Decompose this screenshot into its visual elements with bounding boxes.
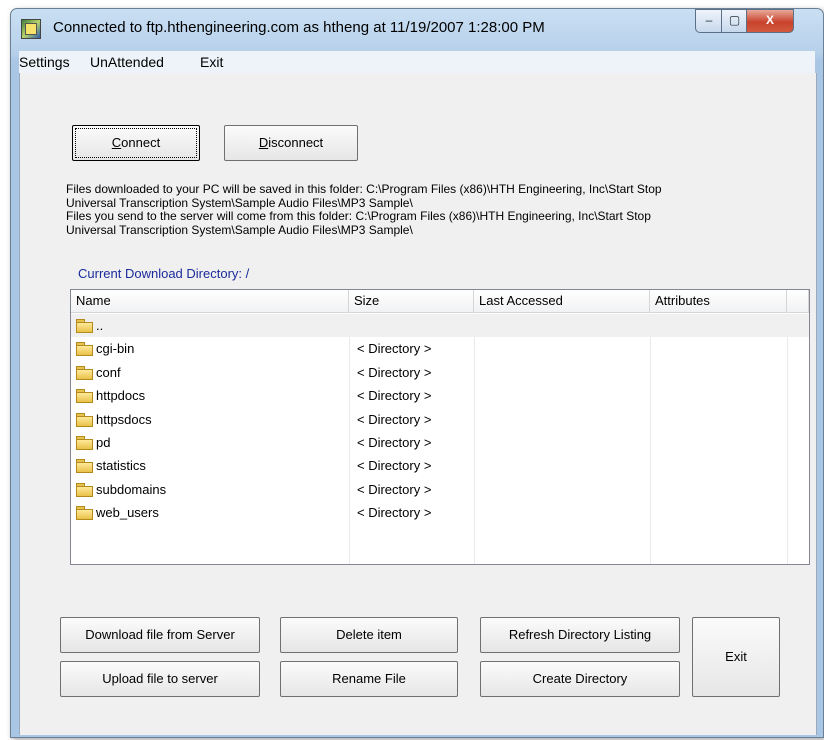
column-header-name[interactable]: Name [71,290,349,312]
rename-file-button[interactable]: Rename File [280,661,458,697]
menu-bar: Settings UnAttended Exit [19,51,815,74]
minimize-button[interactable]: – [695,9,723,33]
folder-icon [76,365,93,380]
app-icon [21,19,41,39]
close-button[interactable]: X [746,9,794,33]
app-window: Connected to ftp.hthengineering.com as h… [10,8,824,738]
row-name: pd [96,435,111,450]
connect-label: onnect [121,135,161,150]
row-name: httpdocs [96,388,146,404]
disconnect-mnemonic: D [258,135,269,150]
maximize-button[interactable]: ▢ [721,9,748,33]
table-row[interactable]: .. [71,314,809,337]
folder-icon [76,412,93,427]
download-file-button[interactable]: Download file from Server [60,617,260,653]
row-size: < Directory > [357,435,432,450]
current-directory-label: Current Download Directory: / [78,266,250,281]
window-title: Connected to ftp.hthengineering.com as h… [53,19,545,36]
row-name: conf [96,364,121,380]
row-name: web_users [96,505,159,521]
disconnect-button[interactable]: Disconnect [224,125,358,161]
column-header-size[interactable]: Size [349,290,474,312]
folder-icon [76,342,93,357]
connect-mnemonic: C [111,135,122,150]
menu-unattended[interactable]: UnAttended [90,54,164,70]
folder-icon [76,389,93,404]
connect-button[interactable]: Connect [72,125,200,161]
row-name: httpsdocs [96,411,152,427]
column-header-last-accessed[interactable]: Last Accessed [474,290,650,312]
upload-folder-line2: Universal Transcription System\Sample Au… [66,223,413,237]
download-folder-line1: Files downloaded to your PC will be save… [66,182,662,196]
list-header: Name Size Last Accessed Attributes [71,290,809,313]
column-header-filler [787,290,809,312]
upload-file-button[interactable]: Upload file to server [60,661,260,697]
folder-icon [76,459,93,474]
delete-item-button[interactable]: Delete item [280,617,458,653]
create-directory-button[interactable]: Create Directory [480,661,680,697]
folder-icon [76,436,93,450]
row-size: < Directory > [357,411,432,427]
table-row[interactable]: conf < Directory > [71,361,809,384]
table-row[interactable]: statistics < Directory > [71,454,809,477]
title-bar[interactable]: Connected to ftp.hthengineering.com as h… [11,9,823,49]
row-size: < Directory > [357,458,432,474]
disconnect-label: isconnect [268,135,324,150]
row-name: cgi-bin [96,341,135,357]
row-name: .. [96,318,104,333]
exit-button[interactable]: Exit [692,617,780,697]
row-size: < Directory > [357,505,432,521]
menu-settings[interactable]: Settings [19,54,70,70]
table-row[interactable]: cgi-bin < Directory > [71,337,809,360]
row-size: < Directory > [357,388,432,404]
table-row[interactable]: pd < Directory > [71,431,809,454]
menu-exit[interactable]: Exit [200,54,223,70]
table-row[interactable]: httpsdocs < Directory > [71,408,809,431]
download-folder-line2: Universal Transcription System\Sample Au… [66,196,413,210]
table-row[interactable]: httpdocs < Directory > [71,384,809,407]
file-list[interactable]: Name Size Last Accessed Attributes .. cgi… [70,289,810,565]
upload-folder-line1: Files you send to the server will come f… [66,209,651,223]
table-row[interactable]: subdomains < Directory > [71,478,809,501]
row-name: statistics [96,458,146,474]
table-row[interactable]: web_users < Directory > [71,501,809,524]
row-size: < Directory > [357,481,432,497]
column-header-attributes[interactable]: Attributes [650,290,787,312]
folder-icon [76,319,93,333]
row-size: < Directory > [357,341,432,357]
folder-icon [76,482,93,497]
row-name: subdomains [96,481,167,497]
row-size: < Directory > [357,364,432,380]
folder-icon [76,506,93,521]
refresh-directory-button[interactable]: Refresh Directory Listing [480,617,680,653]
main-panel: Connect Disconnect Files downloaded to y… [19,73,817,735]
